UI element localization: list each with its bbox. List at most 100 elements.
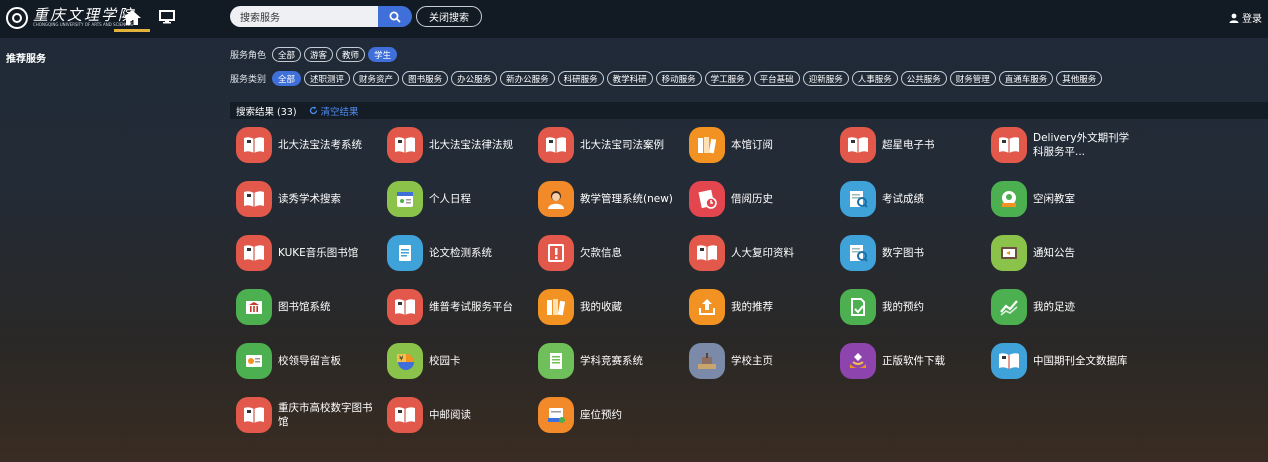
service-name: 我的推荐 (731, 301, 773, 313)
category-chip[interactable]: 直通车服务 (998, 71, 1054, 86)
service-item[interactable]: 我的足迹 (991, 289, 1136, 325)
role-chip[interactable]: 教师 (336, 47, 366, 62)
service-name: 借阅历史 (731, 193, 773, 205)
category-chip[interactable]: 科研服务 (557, 71, 604, 86)
service-item[interactable]: ¥ 校园卡 (387, 343, 532, 379)
campus-building-icon (689, 343, 725, 379)
service-item[interactable]: 数字图书 (840, 235, 985, 271)
service-item[interactable]: 我的预约 (840, 289, 985, 325)
service-item[interactable]: 北大法宝司法案例 (538, 127, 683, 163)
search-input[interactable] (230, 6, 378, 27)
service-name: 座位预约 (580, 409, 622, 421)
category-chip[interactable]: 全部 (272, 71, 302, 86)
service-item[interactable]: Delivery外文期刊学科服务平... (991, 127, 1136, 163)
desktop-nav-button[interactable] (156, 5, 178, 29)
category-chip[interactable]: 财务管理 (949, 71, 996, 86)
score-icon (840, 181, 876, 217)
book-icon (236, 397, 272, 433)
category-chip[interactable]: 其他服务 (1056, 71, 1103, 86)
service-item[interactable]: 校领导留言板 (236, 343, 381, 379)
book-icon (689, 235, 725, 271)
book-search-icon (991, 343, 1027, 379)
category-chip[interactable]: 迎新服务 (802, 71, 849, 86)
service-item[interactable]: 论文检测系统 (387, 235, 532, 271)
book-icon (387, 127, 423, 163)
clear-results-button[interactable]: 清空结果 (309, 104, 359, 118)
search-icon (389, 11, 401, 23)
service-item[interactable]: 北大法宝法考系统 (236, 127, 381, 163)
calendar-icon (387, 181, 423, 217)
service-name: 重庆市高校数字图书馆 (278, 402, 373, 428)
role-chip[interactable]: 学生 (368, 47, 398, 62)
service-name: 读秀学术搜索 (278, 193, 341, 205)
service-name: 考试成绩 (882, 193, 924, 205)
recommended-services-title: 推荐服务 (6, 54, 46, 65)
service-item[interactable]: 个人日程 (387, 181, 532, 217)
category-chip[interactable]: 人事服务 (851, 71, 898, 86)
user-icon (1229, 13, 1239, 23)
service-item[interactable]: 本馆订阅 (689, 127, 834, 163)
service-item[interactable]: 学科竞赛系统 (538, 343, 683, 379)
seat-icon (538, 397, 574, 433)
favorite-books-icon (538, 289, 574, 325)
trend-icon (991, 289, 1027, 325)
service-item[interactable]: 空闲教室 (991, 181, 1136, 217)
campus-card-icon: ¥ (387, 343, 423, 379)
service-item[interactable]: 维普考试服务平台 (387, 289, 532, 325)
category-chip[interactable]: 办公服务 (451, 71, 498, 86)
category-chip[interactable]: 公共服务 (900, 71, 947, 86)
category-chip[interactable]: 平台基础 (753, 71, 800, 86)
role-chip[interactable]: 全部 (272, 47, 302, 62)
role-filter: 服务角色 全部 游客 教师 学生 (230, 47, 398, 62)
book-icon (538, 127, 574, 163)
home-icon (123, 9, 141, 25)
service-item[interactable]: 座位预约 (538, 397, 683, 433)
category-filter: 服务类别 全部 述职测评 财务资产 图书服务 办公服务 新办公服务 科研服务 教学科研 移动服务… (230, 71, 1103, 86)
service-name: 我的收藏 (580, 301, 622, 313)
service-item[interactable]: 中邮阅读 (387, 397, 532, 433)
service-item[interactable]: 欠款信息 (538, 235, 683, 271)
book-icon (236, 235, 272, 271)
service-item[interactable]: 学校主页 (689, 343, 834, 379)
software-icon (840, 343, 876, 379)
service-item[interactable]: 教学管理系统(new) (538, 181, 683, 217)
category-chip[interactable]: 述职测评 (304, 71, 351, 86)
close-search-button[interactable]: 关闭搜索 (416, 6, 482, 27)
notice-icon (991, 235, 1027, 271)
service-name: 图书馆系统 (278, 301, 331, 313)
home-nav-button[interactable] (114, 5, 150, 32)
service-item[interactable]: 人大复印资料 (689, 235, 834, 271)
service-item[interactable]: 正版软件下载 (840, 343, 985, 379)
service-name: 北大法宝法考系统 (278, 139, 362, 151)
search-button[interactable] (378, 6, 412, 27)
category-chip[interactable]: 移动服务 (655, 71, 702, 86)
service-name: 校领导留言板 (278, 355, 341, 367)
service-item[interactable]: 借阅历史 (689, 181, 834, 217)
top-bar: 重庆文理学院 CHONGQING UNIVERSITY OF ARTS AND … (0, 0, 1268, 38)
service-item[interactable]: 中国期刊全文数据库 (991, 343, 1136, 379)
service-name: 北大法宝司法案例 (580, 139, 664, 151)
service-item[interactable]: 重庆市高校数字图书馆 (236, 397, 381, 433)
service-item[interactable]: 图书馆系统 (236, 289, 381, 325)
service-item[interactable]: KUKE音乐图书馆 (236, 235, 381, 271)
service-item[interactable]: 我的收藏 (538, 289, 683, 325)
service-item[interactable]: 通知公告 (991, 235, 1136, 271)
category-chip[interactable]: 学工服务 (704, 71, 751, 86)
category-chip[interactable]: 教学科研 (606, 71, 653, 86)
service-item[interactable]: 考试成绩 (840, 181, 985, 217)
service-item[interactable]: 读秀学术搜索 (236, 181, 381, 217)
book-icon (840, 127, 876, 163)
reservation-icon (840, 289, 876, 325)
book-icon (387, 289, 423, 325)
service-name: 人大复印资料 (731, 247, 794, 259)
category-chip[interactable]: 图书服务 (402, 71, 449, 86)
category-chip[interactable]: 新办公服务 (500, 71, 555, 86)
role-chip[interactable]: 游客 (304, 47, 334, 62)
service-item[interactable]: 超星电子书 (840, 127, 985, 163)
service-item[interactable]: 我的推荐 (689, 289, 834, 325)
login-link[interactable]: 登录 (1229, 10, 1262, 25)
service-item[interactable]: 北大法宝法律法规 (387, 127, 532, 163)
book-icon (236, 181, 272, 217)
login-label: 登录 (1242, 14, 1262, 25)
category-chip[interactable]: 财务资产 (353, 71, 400, 86)
